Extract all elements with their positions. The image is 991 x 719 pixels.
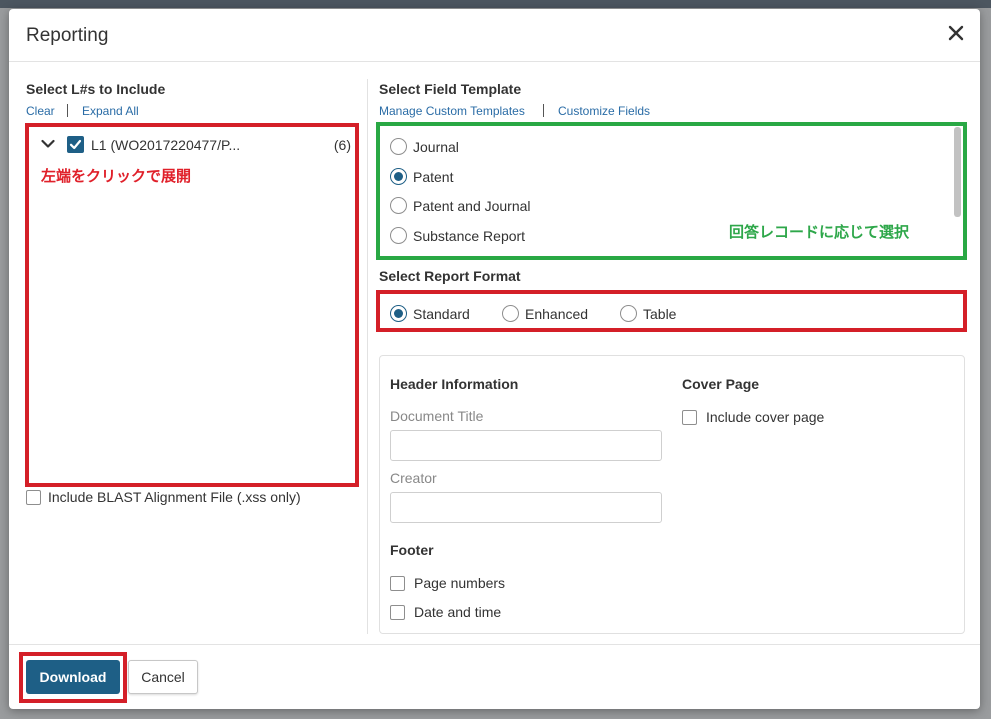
page-numbers-label: Page numbers: [414, 575, 506, 591]
link-separator: [67, 104, 68, 117]
tree-highlight-box: [25, 123, 359, 487]
reporting-dialog: Reporting Select L#s to Include Clear Ex…: [9, 9, 980, 709]
template-highlight-box: [376, 122, 967, 260]
footer-divider: [9, 644, 980, 645]
date-time-label: Date and time: [414, 604, 502, 620]
header-divider: [9, 61, 980, 62]
link-separator: [543, 104, 544, 117]
download-highlight-box: [19, 652, 127, 703]
clear-link[interactable]: Clear: [26, 104, 55, 118]
creator-label: Creator: [390, 470, 437, 486]
include-cover-page-checkbox[interactable]: [682, 410, 697, 425]
document-title-input[interactable]: [390, 430, 662, 461]
include-cover-page-label: Include cover page: [706, 409, 825, 425]
blast-checkbox-label: Include BLAST Alignment File (.xss only): [48, 489, 301, 505]
format-highlight-box: [376, 290, 967, 332]
header-information-title: Header Information: [390, 376, 519, 392]
report-options-panel: Header Information Document Title Creato…: [379, 355, 965, 634]
select-field-template-title: Select Field Template: [379, 81, 522, 97]
cover-page-title: Cover Page: [682, 376, 760, 392]
creator-input[interactable]: [390, 492, 662, 523]
customize-fields-link[interactable]: Customize Fields: [558, 104, 650, 118]
footer-title: Footer: [390, 542, 434, 558]
dialog-title: Reporting: [26, 25, 109, 46]
select-report-format-title: Select Report Format: [379, 268, 521, 284]
close-icon[interactable]: [946, 23, 966, 43]
page-numbers-checkbox[interactable]: [390, 576, 405, 591]
manage-custom-templates-link[interactable]: Manage Custom Templates: [379, 104, 525, 118]
cancel-button[interactable]: Cancel: [128, 660, 198, 694]
date-time-checkbox[interactable]: [390, 605, 405, 620]
expand-all-link[interactable]: Expand All: [82, 104, 139, 118]
column-divider: [367, 79, 368, 634]
document-title-label: Document Title: [390, 408, 484, 424]
select-lnumbers-title: Select L#s to Include: [26, 81, 166, 97]
background-top-bar: [0, 0, 991, 8]
blast-checkbox[interactable]: [26, 490, 41, 505]
